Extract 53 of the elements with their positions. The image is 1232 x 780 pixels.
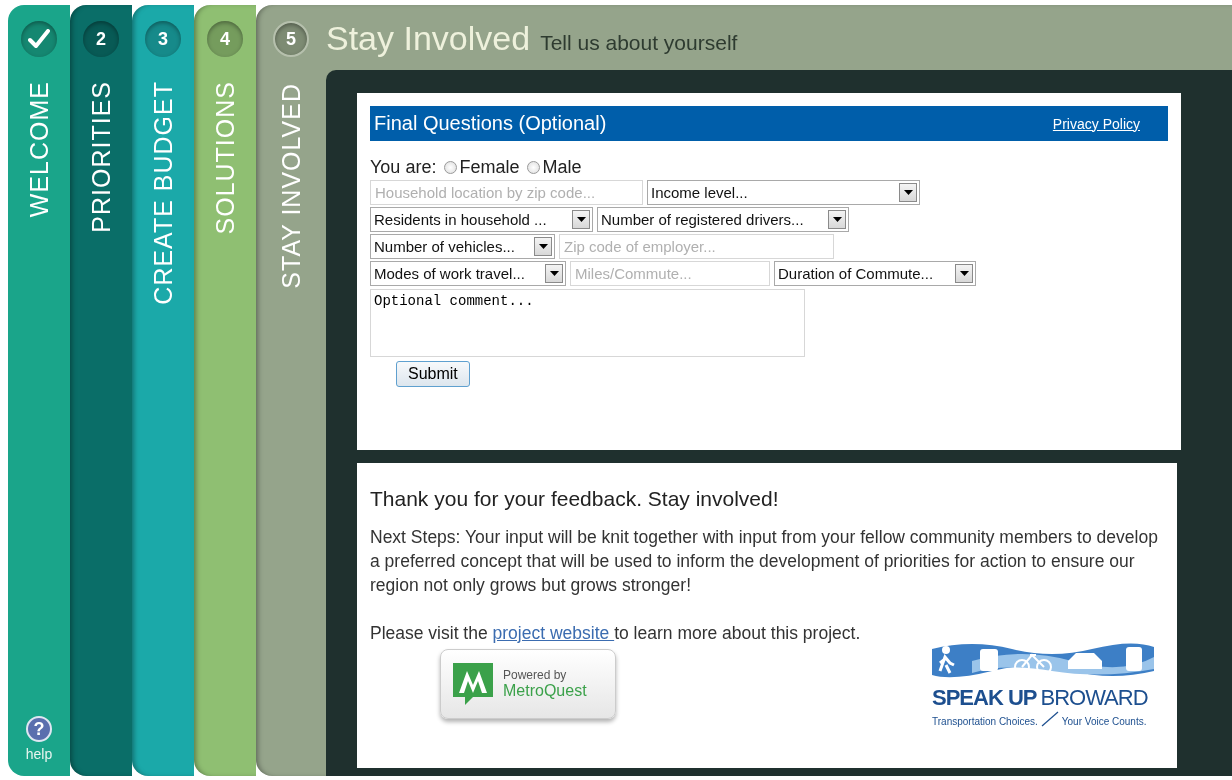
help-icon[interactable]: ? bbox=[26, 716, 52, 742]
step-number: 3 bbox=[145, 21, 181, 57]
broward-text: BROWARD bbox=[1040, 685, 1148, 711]
comment-field[interactable]: Optional comment... bbox=[370, 289, 805, 357]
metroquest-logo-icon bbox=[451, 661, 495, 707]
step-label: SOLUTIONS bbox=[210, 81, 240, 235]
next-steps-text: Next Steps: Your input will be knit together with input from your fellow community members to develop a preferred concept that will be used to inform the development of priorities for action to ensure our region not only grows but grows stronger! bbox=[370, 526, 1159, 597]
dropdown[interactable]: Income level... bbox=[647, 180, 920, 205]
dropdown[interactable]: Number of vehicles... bbox=[370, 234, 555, 259]
step-label: PRIORITIES bbox=[86, 81, 116, 233]
privacy-link[interactable]: Privacy Policy bbox=[1052, 115, 1140, 132]
step-number: 4 bbox=[207, 21, 243, 57]
speech-tail-icon bbox=[1039, 711, 1060, 727]
visit-text: Please visit the project website to learn more about this project. bbox=[370, 622, 862, 645]
check-icon bbox=[28, 29, 50, 49]
step-label: CREATE BUDGET bbox=[148, 81, 178, 305]
page-subtitle: Tell us about yourself bbox=[540, 31, 738, 55]
text-field[interactable]: Miles/Commute... bbox=[570, 261, 770, 286]
thanks-heading: Thank you for your feedback. Stay involved! bbox=[370, 487, 780, 511]
powered-by-text: Powered by bbox=[503, 668, 568, 682]
caret-icon bbox=[959, 271, 969, 276]
text-field[interactable]: Zip code of employer... bbox=[559, 234, 834, 259]
page-title: Stay Involved bbox=[326, 19, 531, 58]
caret-icon bbox=[538, 244, 548, 249]
step-number: 2 bbox=[83, 21, 119, 57]
submit-button[interactable]: Submit bbox=[396, 361, 470, 387]
metroquest-badge[interactable]: Powered by MetroQuest bbox=[440, 649, 616, 719]
radio-label[interactable]: Male bbox=[542, 157, 582, 178]
radio-label[interactable]: Female bbox=[459, 157, 520, 178]
gender-label: You are: bbox=[370, 157, 437, 178]
step-tab[interactable]: 3 CREATE BUDGET bbox=[132, 5, 194, 776]
project-website-link[interactable]: project website bbox=[492, 623, 615, 643]
step-tab[interactable]: 2 PRIORITIES bbox=[70, 5, 132, 776]
form-title: Final Questions (Optional) bbox=[374, 112, 607, 135]
caret-icon bbox=[549, 271, 559, 276]
text-field[interactable]: Household location by zip code... bbox=[370, 180, 643, 205]
caret-icon bbox=[903, 190, 913, 195]
step-label: WELCOME bbox=[24, 81, 54, 218]
step-tab[interactable]: WELCOME ? help bbox=[8, 5, 70, 776]
dropdown[interactable]: Number of registered drivers... bbox=[597, 207, 849, 232]
caret-icon bbox=[576, 217, 586, 222]
step-number: 5 bbox=[273, 21, 309, 57]
dropdown[interactable]: Duration of Commute... bbox=[774, 261, 976, 286]
caret-icon bbox=[832, 217, 842, 222]
speak-up-text: SPEAK UP bbox=[932, 685, 1037, 711]
metroquest-text: MetroQuest bbox=[503, 682, 587, 700]
tagline-text: Your Voice Counts. bbox=[1061, 716, 1147, 727]
dropdown[interactable]: Modes of work travel... bbox=[370, 261, 566, 286]
tagline-text: Transportation Choices. bbox=[932, 716, 1038, 727]
radio-button[interactable] bbox=[444, 161, 458, 174]
radio-button[interactable] bbox=[527, 161, 541, 174]
step-label: STAY INVOLVED bbox=[276, 83, 306, 289]
dropdown[interactable]: Residents in household ... bbox=[370, 207, 593, 232]
